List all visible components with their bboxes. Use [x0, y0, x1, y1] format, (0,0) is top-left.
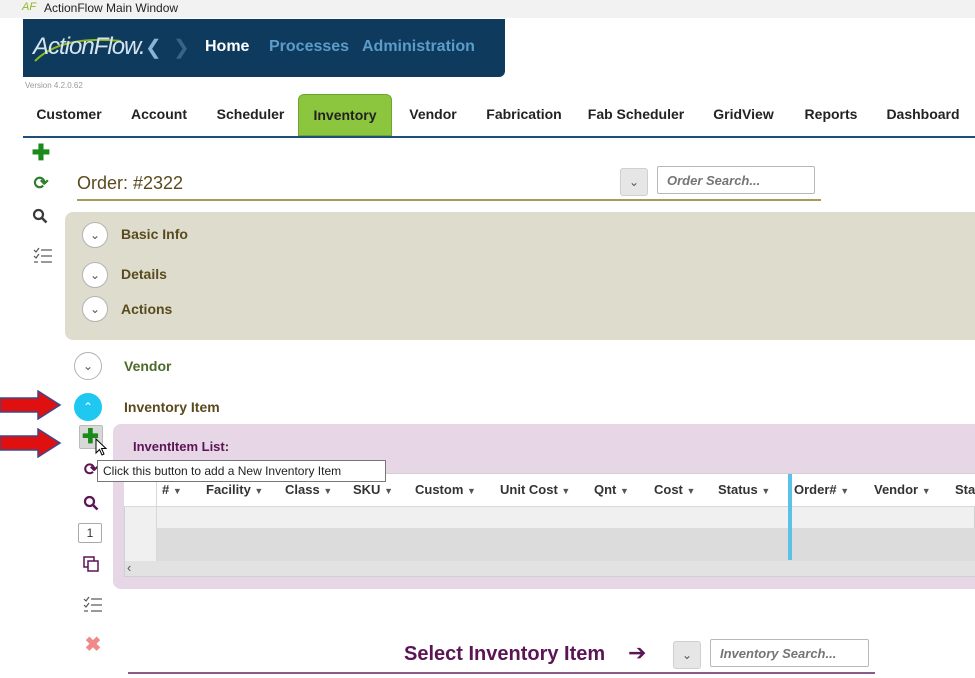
tab-reports[interactable]: Reports: [791, 94, 871, 134]
arrow-right-icon: ➔: [628, 640, 647, 665]
actions-expand-button[interactable]: ⌄: [82, 296, 108, 322]
version-label: Version 4.2.0.62: [25, 81, 83, 90]
copy-icon[interactable]: [83, 556, 99, 572]
column-header[interactable]: Custom ▼: [415, 482, 476, 497]
tab-inventory[interactable]: Inventory: [298, 94, 392, 136]
inventory-item-collapse-button[interactable]: ⌃: [74, 393, 102, 421]
column-header[interactable]: Qnt ▼: [594, 482, 629, 497]
column-header[interactable]: Order# ▼: [794, 482, 849, 497]
checklist-icon[interactable]: [83, 596, 103, 614]
search-icon[interactable]: [32, 208, 48, 224]
order-dropdown-button[interactable]: ⌄: [620, 168, 648, 196]
column-header[interactable]: SKU ▼: [353, 482, 393, 497]
add-item-tooltip: Click this button to add a New Inventory…: [97, 460, 386, 482]
column-header[interactable]: Cost ▼: [654, 482, 695, 497]
app-header: ActionFlow. ❮ ❯ Home Processes Administr…: [23, 19, 505, 77]
order-search-input[interactable]: [657, 166, 815, 194]
column-header[interactable]: Status ▼: [718, 482, 770, 497]
inventory-dropdown-button[interactable]: ⌄: [673, 641, 701, 669]
tab-fabrication[interactable]: Fabrication: [472, 94, 576, 134]
column-header[interactable]: # ▼: [162, 482, 182, 497]
checklist-icon[interactable]: [33, 247, 53, 265]
module-tabs: Customer Account Scheduler Inventory Ven…: [23, 94, 975, 138]
scroll-left-icon[interactable]: ‹: [127, 560, 131, 575]
chevron-down-icon: ⌄: [628, 175, 640, 189]
nav-forward-icon[interactable]: ❯: [173, 35, 190, 60]
filter-icon: ▼: [921, 486, 931, 496]
filter-icon: ▼: [840, 486, 850, 496]
annotation-arrow-icon: [0, 428, 62, 458]
column-header[interactable]: Unit Cost ▼: [500, 482, 570, 497]
filter-icon: ▼: [761, 486, 771, 496]
inventory-list-title: InventItem List:: [133, 439, 230, 454]
section-details[interactable]: Details: [121, 266, 167, 282]
tab-customer[interactable]: Customer: [23, 94, 115, 134]
column-header[interactable]: Class ▼: [285, 482, 332, 497]
filter-icon: ▼: [561, 486, 571, 496]
chevron-down-icon: ⌄: [681, 648, 693, 662]
filter-icon: ▼: [686, 486, 696, 496]
filter-icon: ▼: [467, 486, 476, 496]
inventory-underline: [128, 672, 875, 674]
filter-icon: ▼: [620, 486, 629, 496]
tab-gridview[interactable]: GridView: [696, 94, 791, 134]
order-title: Order: #2322: [77, 173, 184, 193]
tab-account[interactable]: Account: [115, 94, 203, 134]
column-header[interactable]: Sta: [955, 482, 975, 497]
add-order-plus-icon[interactable]: ✚: [30, 140, 52, 166]
app-logo-icon: AF: [22, 1, 37, 13]
section-inventory-item[interactable]: Inventory Item: [124, 399, 220, 415]
table-row[interactable]: [157, 528, 975, 562]
select-inventory-item-label: Select Inventory Item: [404, 643, 606, 665]
nav-administration[interactable]: Administration: [362, 38, 475, 56]
order-underline: [77, 199, 821, 201]
tab-dashboard[interactable]: Dashboard: [871, 94, 975, 134]
filter-icon: ▼: [254, 486, 264, 496]
column-header[interactable]: Facility ▼: [206, 482, 263, 497]
column-header[interactable]: Vendor ▼: [874, 482, 931, 497]
annotation-arrow-icon: [0, 390, 62, 420]
mouse-cursor-icon: [95, 438, 108, 456]
grid-horizontal-scrollbar[interactable]: [125, 561, 975, 576]
nav-home[interactable]: Home: [205, 38, 249, 56]
refresh-icon[interactable]: ⟳: [30, 173, 52, 194]
nav-processes[interactable]: Processes: [269, 38, 349, 56]
details-expand-button[interactable]: ⌄: [82, 262, 108, 288]
section-basic-info[interactable]: Basic Info: [121, 226, 188, 242]
tab-fab-scheduler[interactable]: Fab Scheduler: [576, 94, 696, 134]
section-vendor[interactable]: Vendor: [124, 358, 171, 374]
brand-logo: ActionFlow.: [33, 33, 146, 60]
window-titlebar: AF ActionFlow Main Window: [0, 0, 975, 18]
search-icon[interactable]: [83, 495, 99, 511]
tab-scheduler[interactable]: Scheduler: [203, 94, 298, 134]
window-title: ActionFlow Main Window: [44, 1, 179, 15]
inventory-search-input[interactable]: [710, 639, 869, 667]
tab-vendor[interactable]: Vendor: [394, 94, 472, 134]
nav-back-icon[interactable]: ❮: [145, 35, 162, 60]
close-icon[interactable]: ✖: [82, 632, 104, 657]
section-actions[interactable]: Actions: [121, 301, 172, 317]
basic-info-expand-button[interactable]: ⌄: [82, 222, 108, 248]
vendor-expand-button[interactable]: ⌄: [74, 352, 102, 380]
page-number[interactable]: 1: [78, 523, 102, 543]
grid-column-splitter[interactable]: [788, 474, 792, 560]
order-sections-panel: ⌄ Basic Info ⌄ Details ⌄ Actions: [65, 212, 975, 340]
filter-icon: ▼: [384, 486, 393, 496]
filter-icon: ▼: [172, 486, 182, 496]
filter-icon: ▼: [323, 486, 333, 496]
